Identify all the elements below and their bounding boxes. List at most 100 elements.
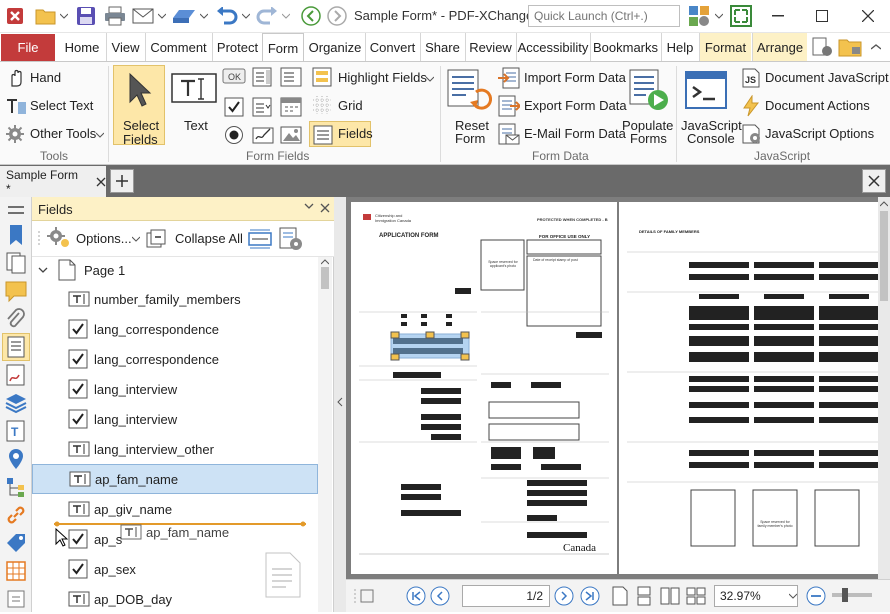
- email-dropdown-icon[interactable]: [156, 4, 168, 28]
- checkbox-field-icon[interactable]: [224, 97, 244, 117]
- reset-form-icon[interactable]: [446, 68, 492, 112]
- close-document-button[interactable]: [862, 169, 886, 193]
- facing-view-icon[interactable]: [660, 587, 680, 605]
- document-javascript-button[interactable]: Document JavaScript: [765, 70, 889, 85]
- redo-dropdown-icon[interactable]: [280, 4, 292, 28]
- scroll-thumb[interactable]: [321, 267, 329, 289]
- fields-scrollbar[interactable]: [318, 257, 332, 612]
- field-tree-row[interactable]: ap_DOB_day: [32, 584, 318, 614]
- tab-bookmarks[interactable]: Bookmarks: [590, 33, 660, 61]
- app-logo-icon[interactable]: [4, 4, 26, 28]
- prev-page-button[interactable]: [430, 586, 450, 606]
- tab-format[interactable]: Format: [699, 33, 751, 61]
- close-tab-icon[interactable]: [96, 177, 106, 187]
- quick-launch-input[interactable]: [528, 5, 680, 27]
- fields-toggle-button[interactable]: Fields: [309, 121, 373, 147]
- forward-icon[interactable]: [326, 4, 348, 28]
- select-text-button[interactable]: Select Text: [30, 98, 93, 113]
- select-fields-button[interactable]: Select Fields: [113, 65, 165, 147]
- destinations-pane-icon[interactable]: [4, 447, 28, 471]
- scan-icon[interactable]: [170, 4, 198, 28]
- javascript-options-button[interactable]: JavaScript Options: [765, 126, 874, 141]
- tags-pane-icon[interactable]: [4, 531, 28, 555]
- new-tab-button[interactable]: [110, 169, 134, 193]
- pane-options-icon[interactable]: [304, 201, 314, 215]
- tab-file[interactable]: File: [1, 34, 55, 61]
- tab-protect[interactable]: Protect: [212, 33, 262, 61]
- text-field-icon[interactable]: [171, 70, 217, 106]
- fields-pane-tab-icon[interactable]: [2, 333, 30, 361]
- field-tree-row[interactable]: lang_interview: [32, 374, 318, 404]
- grid-button[interactable]: Grid: [338, 98, 363, 113]
- document-actions-button[interactable]: Document Actions: [765, 98, 870, 113]
- tab-convert[interactable]: Convert: [365, 33, 419, 61]
- field-tree-row[interactable]: number_family_members: [32, 284, 318, 314]
- field-tree-row[interactable]: ap_fam_name: [32, 464, 318, 494]
- document-view[interactable]: Citizenship and Immigration Canada PROTE…: [346, 197, 890, 579]
- open-dropdown-icon[interactable]: [58, 4, 70, 28]
- tab-share[interactable]: Share: [420, 33, 464, 61]
- save-icon[interactable]: [74, 4, 98, 28]
- document-scrollbar[interactable]: [878, 197, 890, 579]
- image-field-icon[interactable]: [280, 125, 302, 145]
- field-tree-row[interactable]: ap_giv_name: [32, 494, 318, 524]
- date-field-icon[interactable]: [280, 95, 302, 117]
- scan-dropdown-icon[interactable]: [198, 4, 210, 28]
- email-icon[interactable]: [130, 4, 156, 28]
- field-tree-row[interactable]: lang_correspondence: [32, 314, 318, 344]
- more-panes-icon[interactable]: [4, 587, 28, 611]
- ribbon-options-icon[interactable]: [808, 35, 836, 59]
- ribbon-collapse-icon[interactable]: [866, 35, 886, 59]
- tab-arrange[interactable]: Arrange: [752, 33, 807, 61]
- populate-forms-label-2[interactable]: Forms: [630, 131, 667, 146]
- pane-splitter[interactable]: [334, 197, 346, 612]
- doc-scroll-up-icon[interactable]: [880, 201, 888, 207]
- button-field-icon[interactable]: OK: [222, 68, 246, 84]
- tab-home[interactable]: Home: [60, 33, 104, 61]
- signatures-pane-icon[interactable]: [4, 363, 28, 387]
- continuous-view-icon[interactable]: [636, 586, 652, 606]
- content-pane-icon[interactable]: T: [4, 419, 28, 443]
- zoom-dropdown-icon[interactable]: [789, 593, 797, 599]
- fullscreen-icon[interactable]: [728, 4, 754, 28]
- javascript-console-icon[interactable]: [684, 70, 728, 112]
- redo-icon[interactable]: [254, 4, 280, 28]
- bookmarks-pane-icon[interactable]: [4, 223, 28, 247]
- close-pane-icon[interactable]: [320, 203, 330, 213]
- comments-pane-icon[interactable]: [4, 279, 28, 303]
- open-folder-icon[interactable]: [34, 4, 58, 28]
- tab-organize[interactable]: Organize: [306, 33, 364, 61]
- field-layout-icon[interactable]: [248, 228, 272, 250]
- field-tree-row[interactable]: ap_sex: [32, 554, 318, 584]
- reset-form-label-2[interactable]: Form: [455, 131, 485, 146]
- text-field-button[interactable]: Text: [184, 118, 208, 133]
- undo-dropdown-icon[interactable]: [240, 4, 252, 28]
- structure-pane-icon[interactable]: [4, 475, 28, 499]
- zoom-slider[interactable]: [832, 588, 872, 602]
- maximize-button[interactable]: [800, 2, 844, 30]
- print-icon[interactable]: [102, 4, 128, 28]
- options-dropdown-icon[interactable]: [132, 236, 140, 242]
- order-pane-icon[interactable]: [4, 559, 28, 583]
- collapse-pane-icon[interactable]: [337, 397, 343, 407]
- links-pane-icon[interactable]: [4, 503, 28, 527]
- tab-accessibility[interactable]: Accessibility: [516, 33, 589, 61]
- undo-icon[interactable]: [214, 4, 240, 28]
- zoom-slider-thumb[interactable]: [842, 588, 848, 602]
- hand-tool-button[interactable]: Hand: [30, 70, 61, 85]
- customize-dropdown-icon[interactable]: [713, 4, 725, 28]
- scroll-up-icon[interactable]: [321, 259, 329, 265]
- field-properties-icon[interactable]: [278, 226, 304, 252]
- last-page-button[interactable]: [580, 586, 600, 606]
- radio-field-icon[interactable]: [224, 125, 244, 145]
- tab-form[interactable]: Form: [262, 33, 304, 62]
- import-form-data-button[interactable]: Import Form Data: [524, 70, 626, 85]
- close-window-button[interactable]: [846, 2, 890, 30]
- combobox-field-icon[interactable]: [280, 67, 302, 87]
- field-tree-row[interactable]: lang_interview_other: [32, 434, 318, 464]
- page-number-input[interactable]: 1/2: [462, 585, 550, 607]
- email-form-data-button[interactable]: E-Mail Form Data: [524, 126, 626, 141]
- document-tab[interactable]: Sample Form *: [0, 166, 106, 197]
- tree-page-node[interactable]: Page 1: [32, 257, 318, 283]
- attachments-pane-icon[interactable]: [4, 307, 28, 331]
